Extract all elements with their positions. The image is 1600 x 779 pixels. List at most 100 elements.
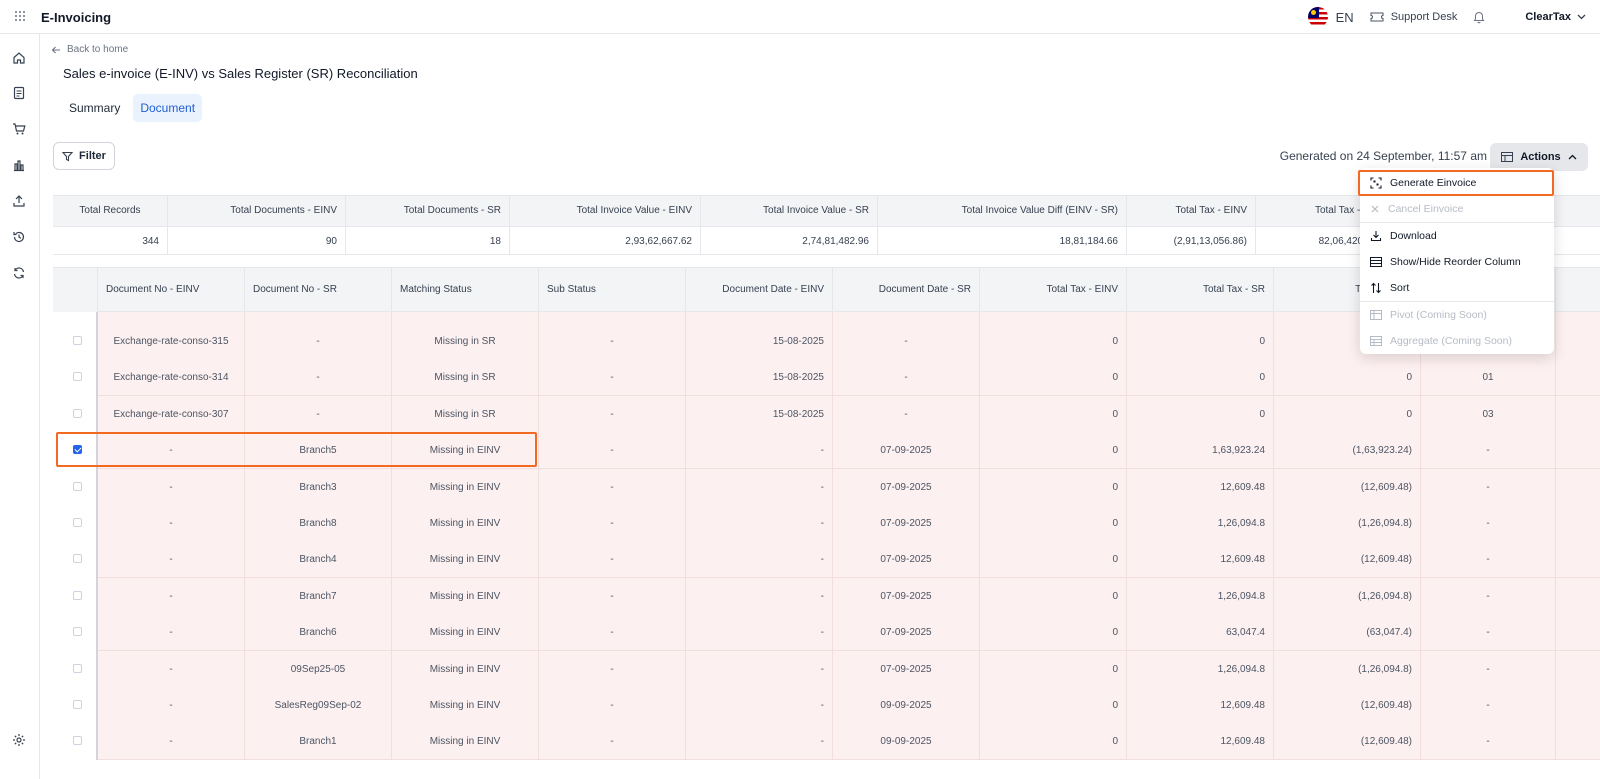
table-cell: 07-09-2025 bbox=[833, 614, 980, 652]
column-header[interactable]: Document Date - EINV bbox=[686, 268, 833, 312]
column-header[interactable]: Matching Status bbox=[392, 268, 539, 312]
home-icon[interactable] bbox=[12, 51, 26, 65]
table-cell: Branch8 bbox=[245, 505, 392, 542]
table-cell: Exchange-rate-conso-315 bbox=[98, 323, 245, 360]
menu-item-pivot[interactable]: Pivot (Coming Soon) bbox=[1360, 302, 1554, 328]
aggregate-icon bbox=[1370, 336, 1382, 346]
menu-item-label: Aggregate (Coming Soon) bbox=[1390, 335, 1512, 347]
column-header[interactable]: Document No - EINV bbox=[98, 268, 245, 312]
row-checkbox[interactable] bbox=[73, 663, 82, 673]
actions-button[interactable]: Actions bbox=[1490, 143, 1588, 171]
table-cell: 0 bbox=[1127, 359, 1274, 397]
table-cell: 15-08-2025 bbox=[686, 359, 833, 397]
language-label: EN bbox=[1335, 9, 1354, 25]
row-checkbox[interactable] bbox=[73, 481, 82, 491]
row-checkbox[interactable] bbox=[73, 554, 82, 564]
row-checkbox[interactable] bbox=[73, 408, 82, 418]
table-row[interactable]: - Branch6 Missing in EINV - -07-09-2025 0 63,0… bbox=[53, 614, 1600, 652]
table-cell: - bbox=[539, 395, 686, 433]
download-icon bbox=[1370, 230, 1382, 242]
filter-button[interactable]: Filter bbox=[53, 142, 115, 170]
language-selector[interactable]: EN bbox=[1307, 7, 1354, 27]
cart-icon[interactable] bbox=[12, 122, 26, 136]
bell-icon[interactable] bbox=[1473, 11, 1485, 24]
table-cell: - bbox=[1421, 577, 1556, 615]
table-cell: - bbox=[539, 432, 686, 470]
table-cell: 07-09-2025 bbox=[833, 468, 980, 506]
row-checkbox[interactable] bbox=[73, 700, 82, 709]
menu-item-sort[interactable]: Sort bbox=[1360, 275, 1554, 301]
row-checkbox[interactable] bbox=[73, 590, 82, 600]
table-row[interactable]: - Branch5 Missing in EINV - -07-09-2025 0 1,63… bbox=[53, 432, 1600, 470]
column-header[interactable]: Sub Status bbox=[539, 268, 686, 312]
row-checkbox[interactable] bbox=[73, 627, 82, 637]
row-select-cell bbox=[53, 614, 98, 652]
table-cell: 0 bbox=[980, 614, 1127, 652]
table-cell: - bbox=[539, 650, 686, 688]
table-cell: - bbox=[98, 505, 245, 542]
table-cell: - bbox=[98, 577, 245, 615]
settings-gear-icon[interactable] bbox=[12, 733, 26, 747]
column-header[interactable]: Total Tax - EINV bbox=[980, 268, 1127, 312]
menu-item-generate-einvoice[interactable]: Generate Einvoice bbox=[1358, 170, 1554, 196]
row-checkbox[interactable] bbox=[73, 518, 82, 527]
summary-value-cell: 90 bbox=[168, 227, 346, 254]
table-cell: - bbox=[833, 323, 980, 360]
table-row[interactable]: - Branch8 Missing in EINV - -07-09-2025 0 1,26… bbox=[53, 505, 1600, 542]
table-cell: - bbox=[98, 468, 245, 506]
table-cell: (1,26,094.8) bbox=[1274, 505, 1421, 542]
table-cell: Missing in EINV bbox=[392, 541, 539, 579]
table-cell: - bbox=[686, 687, 833, 724]
tab-bar: Summary Document bbox=[62, 94, 203, 122]
reports-icon[interactable] bbox=[12, 158, 26, 172]
app-grid-icon[interactable] bbox=[14, 10, 26, 22]
document-icon[interactable] bbox=[12, 86, 26, 100]
menu-item-download[interactable]: Download bbox=[1360, 223, 1554, 249]
actions-dropdown-menu: Generate Einvoice Cancel Einvoice Downlo… bbox=[1358, 168, 1554, 354]
table-cell: (12,609.48) bbox=[1274, 541, 1421, 579]
table-row[interactable]: - Branch4 Missing in EINV - -07-09-2025 0 12,6… bbox=[53, 541, 1600, 579]
table-row[interactable]: - Branch7 Missing in EINV - -07-09-2025 0 1,26… bbox=[53, 577, 1600, 615]
table-row[interactable]: Exchange-rate-conso-307- Missing in SR -15… bbox=[53, 395, 1600, 433]
table-cell: - bbox=[1421, 468, 1556, 506]
row-checkbox-checked[interactable] bbox=[73, 445, 82, 455]
table-cell: Missing in SR bbox=[392, 323, 539, 360]
chevron-down-icon bbox=[1577, 14, 1586, 20]
table-cell: - bbox=[539, 687, 686, 724]
table-row[interactable]: - Branch1 Missing in EINV - -09-09-2025 0 12,6… bbox=[53, 723, 1600, 761]
row-checkbox[interactable] bbox=[73, 372, 82, 382]
menu-item-cancel-einvoice[interactable]: Cancel Einvoice bbox=[1360, 196, 1554, 222]
summary-value-cell: 18 bbox=[346, 227, 510, 254]
table-icon bbox=[1501, 152, 1514, 162]
org-switcher[interactable]: ClearTax bbox=[1525, 11, 1586, 23]
table-row[interactable]: -09Sep25-05 Missing in EINV - -07-09-2025 0 1… bbox=[53, 650, 1600, 688]
summary-value-cell: 18,81,184.66 bbox=[878, 227, 1127, 254]
sort-icon bbox=[1370, 282, 1382, 294]
column-header[interactable]: Total Tax - SR bbox=[1127, 268, 1274, 312]
column-header[interactable]: Document No - SR bbox=[245, 268, 392, 312]
table-cell: - bbox=[245, 395, 392, 433]
table-row[interactable]: Exchange-rate-conso-314- Missing in SR -15… bbox=[53, 359, 1600, 397]
menu-item-aggregate[interactable]: Aggregate (Coming Soon) bbox=[1360, 328, 1554, 354]
tab-document[interactable]: Document bbox=[133, 94, 203, 122]
top-bar: E-Invoicing EN Support Desk ClearTax bbox=[0, 0, 1600, 34]
row-checkbox[interactable] bbox=[73, 736, 82, 746]
back-to-home-link[interactable]: Back to home bbox=[51, 44, 128, 55]
table-cell: Exchange-rate-conso-307 bbox=[98, 395, 245, 433]
table-row[interactable]: - SalesReg09Sep-02 Missing in EINV - -09-09-… bbox=[53, 687, 1600, 724]
page-title: Sales e-invoice (E-INV) vs Sales Registe… bbox=[63, 66, 418, 81]
arrow-left-icon bbox=[51, 45, 61, 55]
sync-icon[interactable] bbox=[12, 266, 26, 280]
table-cell: - bbox=[686, 432, 833, 470]
row-checkbox[interactable] bbox=[73, 336, 82, 345]
table-cell: Missing in EINV bbox=[392, 687, 539, 724]
tab-summary[interactable]: Summary bbox=[62, 94, 127, 122]
table-row[interactable]: - Branch3 Missing in EINV - -07-09-2025 0 12,6… bbox=[53, 468, 1600, 506]
upload-icon[interactable] bbox=[12, 194, 26, 208]
menu-item-show-hide-columns[interactable]: Show/Hide Reorder Column bbox=[1360, 249, 1554, 275]
table-cell: 0 bbox=[980, 687, 1127, 724]
history-icon[interactable] bbox=[12, 230, 26, 244]
column-header[interactable]: Document Date - SR bbox=[833, 268, 980, 312]
support-desk-link[interactable]: Support Desk bbox=[1370, 11, 1457, 23]
table-cell: Missing in EINV bbox=[392, 650, 539, 688]
